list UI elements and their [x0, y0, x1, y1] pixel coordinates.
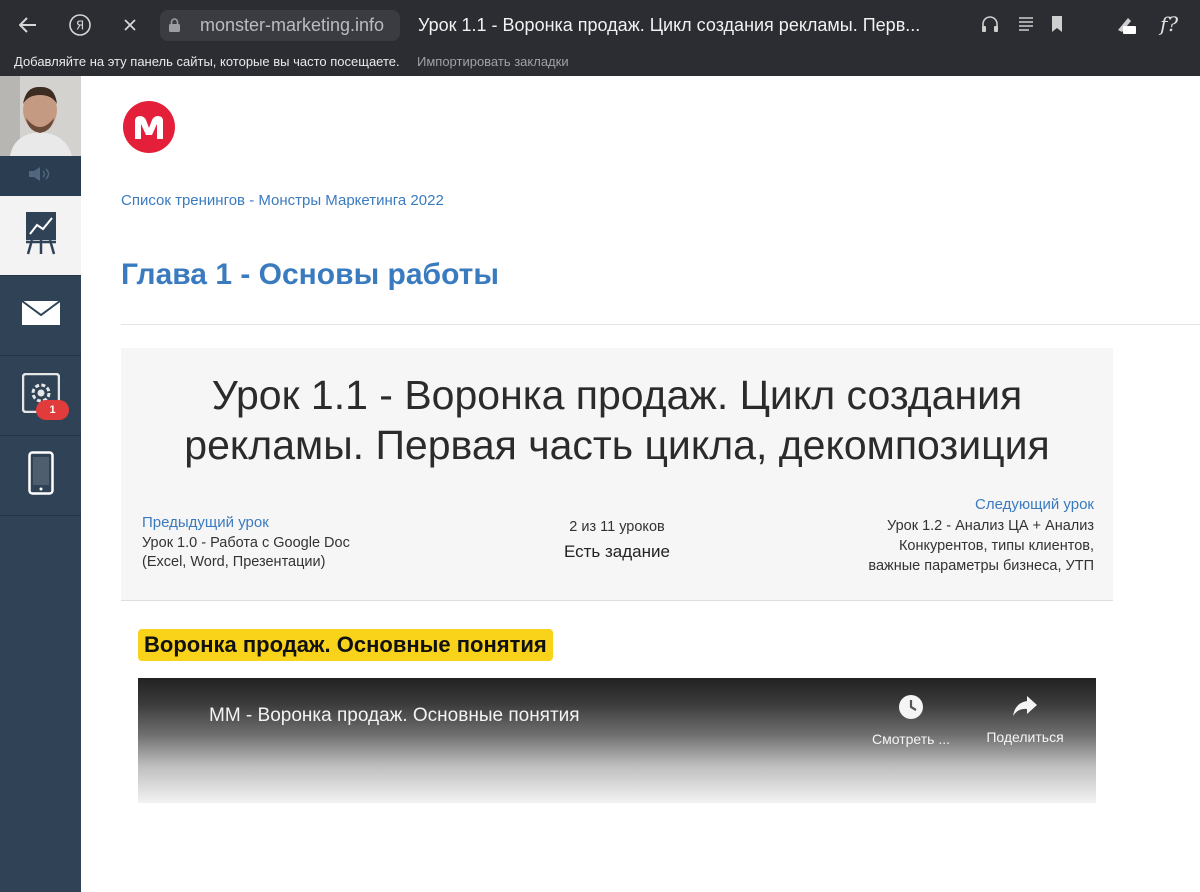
- bookmark-icon[interactable]: [1050, 15, 1072, 35]
- notification-badge: 1: [36, 400, 69, 420]
- video-title[interactable]: ММ - Воронка продаж. Основные понятия: [209, 705, 580, 727]
- watch-later-button[interactable]: Смотреть ...: [861, 694, 961, 747]
- headphones-icon[interactable]: [980, 15, 1002, 35]
- left-sidebar: 1: [0, 76, 81, 892]
- reader-mode-icon[interactable]: [1017, 15, 1039, 35]
- import-bookmarks-link[interactable]: Импортировать закладки: [417, 54, 569, 69]
- video-player[interactable]: ММ - Воронка продаж. Основные понятия См…: [138, 678, 1096, 803]
- mail-icon: [20, 300, 61, 331]
- watch-later-label: Смотреть ...: [872, 731, 950, 747]
- phone-icon: [27, 451, 54, 500]
- back-arrow-icon[interactable]: [14, 11, 42, 39]
- next-lesson-link[interactable]: Следующий урок: [975, 496, 1094, 513]
- lesson-header: Урок 1.1 - Воронка продаж. Цикл создания…: [121, 348, 1113, 601]
- site-logo[interactable]: [123, 101, 175, 153]
- yandex-icon[interactable]: Я: [66, 11, 94, 39]
- chapter-title: Глава 1 - Основы работы: [121, 258, 499, 291]
- formula-extension-icon[interactable]: f?: [1158, 12, 1180, 36]
- browser-toolbar: Я monster-marketing.info Урок 1.1 - Воро…: [0, 0, 1200, 50]
- lesson-progress: 2 из 11 уроков: [569, 519, 665, 535]
- extension-icon[interactable]: [1115, 15, 1137, 35]
- lock-icon: [168, 17, 181, 38]
- sound-toggle[interactable]: [0, 156, 81, 196]
- share-button[interactable]: Поделиться: [975, 694, 1075, 745]
- sidebar-item-messages[interactable]: [0, 276, 81, 356]
- stop-loading-icon[interactable]: [116, 11, 144, 39]
- svg-text:f?: f?: [1158, 12, 1178, 36]
- section-heading: Воронка продаж. Основные понятия: [138, 629, 553, 661]
- bookmarks-hint: Добавляйте на эту панель сайты, которые …: [14, 54, 400, 69]
- page-tab-title: Урок 1.1 - Воронка продаж. Цикл создания…: [418, 15, 921, 35]
- clock-icon: [898, 695, 924, 724]
- speaker-icon: [27, 166, 55, 186]
- has-task-label: Есть задание: [564, 542, 670, 561]
- sidebar-item-trainings[interactable]: [0, 196, 81, 276]
- presentation-chart-icon: [24, 210, 58, 261]
- share-label: Поделиться: [986, 729, 1064, 745]
- divider: [121, 324, 1200, 325]
- svg-text:Я: Я: [76, 19, 84, 33]
- breadcrumb[interactable]: Список тренингов - Монстры Маркетинга 20…: [121, 192, 444, 209]
- sidebar-item-mobile[interactable]: [0, 436, 81, 516]
- share-arrow-icon: [1012, 696, 1038, 722]
- previous-lesson-link[interactable]: Предыдущий урок: [142, 514, 269, 531]
- previous-lesson-title[interactable]: Урок 1.0 - Работа с Google Doc (Excel, W…: [142, 534, 392, 572]
- sidebar-item-settings[interactable]: 1: [0, 356, 81, 436]
- address-domain[interactable]: monster-marketing.info: [200, 15, 384, 36]
- bookmarks-bar: Добавляйте на эту панель сайты, которые …: [0, 50, 1200, 76]
- lesson-title: Урок 1.1 - Воронка продаж. Цикл создания…: [184, 372, 1050, 468]
- next-lesson-title[interactable]: Урок 1.2 - Анализ ЦА + Анализ Конкуренто…: [854, 516, 1094, 576]
- avatar[interactable]: [0, 76, 81, 156]
